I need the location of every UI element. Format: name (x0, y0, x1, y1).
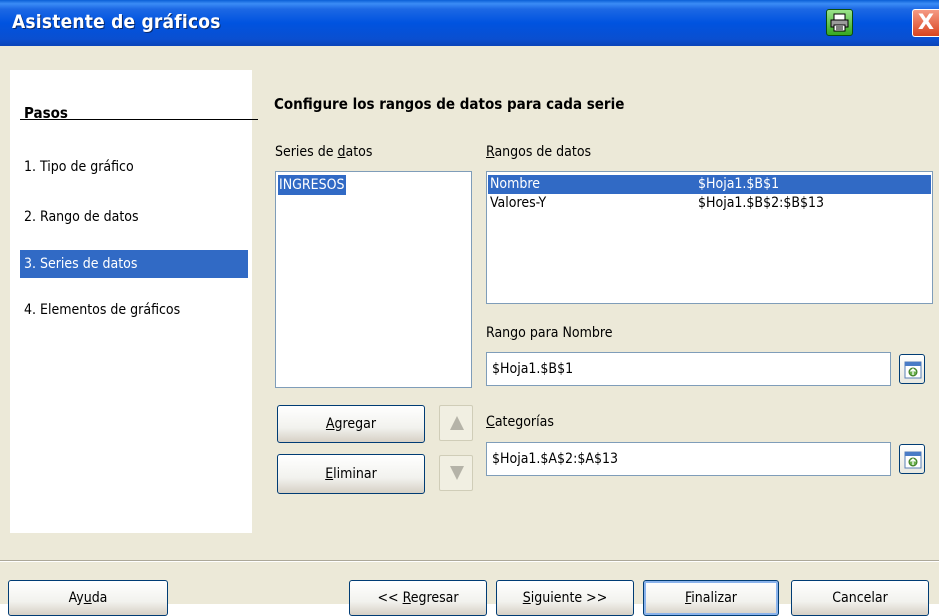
close-icon: X (917, 10, 935, 34)
range-value: $Hoja1.$B$2:$B$13 (698, 195, 825, 211)
arrow-up-icon (450, 416, 464, 430)
range-value: $Hoja1.$B$1 (698, 176, 780, 192)
range-for-name-label: Rango para Nombre (486, 325, 613, 341)
ranges-list[interactable]: Nombre $Hoja1.$B$1 Valores-Y $Hoja1.$B$2… (486, 171, 933, 304)
range-picker-icon (904, 361, 922, 379)
step-chart-elements[interactable]: 4. Elementos de gráficos (20, 296, 248, 324)
next-button[interactable]: Siguiente >> (496, 580, 634, 616)
categories-label: Categorías (486, 414, 554, 430)
chart-wizard-dialog: Asistente de gráficos X Pasos 1. Tipo de… (0, 0, 939, 616)
series-label: Series de datos (275, 144, 373, 160)
range-row[interactable]: Nombre $Hoja1.$B$1 (488, 175, 931, 194)
range-picker-icon (904, 451, 922, 469)
back-button[interactable]: << Regresar (349, 580, 487, 616)
arrow-down-icon (450, 466, 464, 480)
help-button[interactable]: Ayuda (8, 580, 168, 616)
steps-panel: Pasos 1. Tipo de gráfico 2. Rango de dat… (10, 70, 258, 533)
range-for-name-field[interactable]: $Hoja1.$B$1 (486, 352, 891, 386)
series-item[interactable]: INGRESOS (278, 175, 346, 195)
move-down-button[interactable] (439, 455, 473, 491)
steps-divider (20, 119, 258, 120)
close-button[interactable]: X (912, 9, 939, 37)
title-bar[interactable]: Asistente de gráficos X (0, 0, 939, 46)
printer-button[interactable] (826, 9, 853, 36)
ranges-label: Rangos de datos (486, 144, 592, 160)
categories-picker-button[interactable] (899, 444, 925, 474)
categories-field[interactable]: $Hoja1.$A$2:$A$13 (486, 442, 891, 476)
page-heading: Configure los rangos de datos para cada … (274, 95, 625, 113)
range-name: Nombre (490, 176, 541, 192)
add-button[interactable]: Agregar (277, 405, 425, 443)
finish-button[interactable]: Finalizar (643, 580, 779, 616)
range-picker-button[interactable] (899, 354, 925, 384)
range-name: Valores-Y (490, 195, 547, 211)
printer-icon (830, 13, 849, 32)
window-title: Asistente de gráficos (12, 11, 221, 33)
step-data-series[interactable]: 3. Series de datos (20, 250, 248, 278)
range-row[interactable]: Valores-Y $Hoja1.$B$2:$B$13 (488, 194, 931, 213)
remove-button[interactable]: Eliminar (277, 454, 425, 494)
footer-separator-highlight (0, 561, 939, 562)
step-data-range[interactable]: 2. Rango de datos (20, 203, 248, 231)
move-up-button[interactable] (439, 405, 473, 441)
step-chart-type[interactable]: 1. Tipo de gráfico (20, 153, 248, 181)
cancel-button[interactable]: Cancelar (791, 580, 929, 616)
series-list[interactable]: INGRESOS (275, 171, 472, 388)
